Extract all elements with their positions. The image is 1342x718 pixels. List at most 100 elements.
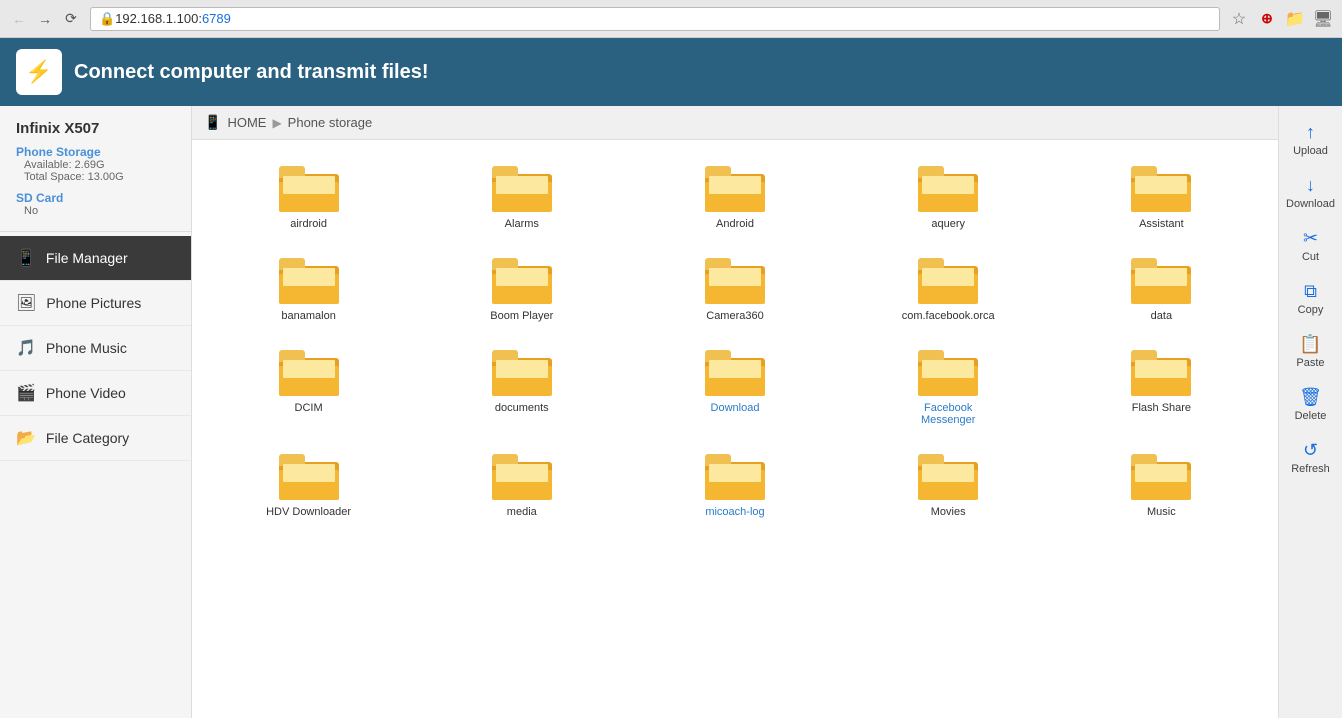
folder-icon	[492, 162, 552, 212]
sidebar-icon-phone-pictures: 🖼	[16, 293, 36, 313]
download-label: Download	[1286, 198, 1335, 210]
folder-name: Movies	[931, 506, 966, 518]
reload-button[interactable]: ⟳	[60, 8, 82, 30]
folder-name: DCIM	[295, 402, 323, 414]
phone-storage-section: Phone Storage Available: 2.69G Total Spa…	[16, 145, 175, 183]
url-icon: 🔒	[99, 11, 115, 27]
mobile-icon: 📱	[204, 114, 221, 131]
upload-label: Upload	[1293, 145, 1328, 157]
logo-icon: ⚡	[25, 59, 52, 85]
sidebar-item-phone-video[interactable]: 🎬 Phone Video	[0, 371, 191, 416]
file-item	[628, 530, 841, 554]
folder-name: Download	[711, 402, 760, 414]
device-name: Infinix X507	[16, 120, 175, 137]
folder-name: aquery	[931, 218, 965, 230]
screen-button[interactable]: 🖥	[1312, 8, 1334, 30]
sdcard-section: SD Card No	[16, 191, 175, 217]
file-item	[1055, 530, 1268, 554]
folder-name: Alarms	[505, 218, 539, 230]
file-item[interactable]: Facebook Messenger	[842, 334, 1055, 438]
delete-icon: 🗑	[1299, 387, 1322, 408]
boom-button[interactable]: ⊕	[1256, 8, 1278, 30]
file-item	[202, 530, 415, 554]
toolbar-upload-button[interactable]: ↑Upload	[1279, 114, 1342, 165]
sdcard-value: No	[16, 205, 175, 217]
file-item[interactable]: micoach-log	[628, 438, 841, 530]
sdcard-label: SD Card	[16, 191, 175, 205]
sidebar-label-file-category: File Category	[46, 430, 129, 446]
sidebar-item-file-manager[interactable]: 📱 File Manager	[0, 236, 191, 281]
sidebar-icon-phone-video: 🎬	[16, 383, 36, 403]
toolbar-cut-button[interactable]: ✂Cut	[1279, 220, 1342, 271]
file-item[interactable]: Music	[1055, 438, 1268, 530]
app-logo: ⚡	[16, 49, 62, 95]
folder-name: HDV Downloader	[266, 506, 351, 518]
content-area: 📱 HOME ▶ Phone storage airdroid Alarms And…	[192, 106, 1278, 718]
folder-icon	[279, 162, 339, 212]
folder-icon	[918, 254, 978, 304]
folder-icon	[705, 450, 765, 500]
cut-icon: ✂	[1303, 228, 1318, 249]
sidebar-item-phone-pictures[interactable]: 🖼 Phone Pictures	[0, 281, 191, 326]
app-title: Connect computer and transmit files!	[74, 61, 429, 84]
toolbar-download-button[interactable]: ↓Download	[1279, 167, 1342, 218]
refresh-icon: ↺	[1303, 440, 1318, 461]
phone-storage-label: Phone Storage	[16, 145, 175, 159]
folder-name: banamalon	[281, 310, 335, 322]
file-item[interactable]: HDV Downloader	[202, 438, 415, 530]
file-item[interactable]: Camera360	[628, 242, 841, 334]
folder-button[interactable]: 📁	[1284, 8, 1306, 30]
file-item[interactable]: documents	[415, 334, 628, 438]
back-button[interactable]: ←	[8, 8, 30, 30]
available-space: Available: 2.69G	[16, 159, 175, 171]
file-item[interactable]: Alarms	[415, 150, 628, 242]
file-item[interactable]: Movies	[842, 438, 1055, 530]
folder-name: Facebook Messenger	[898, 402, 998, 426]
sidebar-item-phone-music[interactable]: 🎵Phone Music	[0, 326, 191, 371]
file-item[interactable]: banamalon	[202, 242, 415, 334]
file-item	[842, 530, 1055, 554]
url-base: 192.168.1.100:	[115, 11, 202, 26]
sidebar-label-file-manager: File Manager	[46, 250, 128, 266]
file-item[interactable]: Download	[628, 334, 841, 438]
toolbar-paste-button[interactable]: 📋Paste	[1279, 326, 1342, 377]
forward-button[interactable]: →	[34, 8, 56, 30]
paste-icon: 📋	[1299, 334, 1321, 355]
file-item[interactable]: Android	[628, 150, 841, 242]
browser-actions: ☆ ⊕ 📁 🖥	[1228, 8, 1334, 30]
toolbar-refresh-button[interactable]: ↺Refresh	[1279, 432, 1342, 483]
file-item[interactable]: aquery	[842, 150, 1055, 242]
folder-icon	[705, 162, 765, 212]
sidebar-item-file-category[interactable]: 📂 File Category	[0, 416, 191, 461]
file-grid: airdroid Alarms Android aquery Assistant bana…	[192, 140, 1278, 564]
file-item[interactable]: data	[1055, 242, 1268, 334]
address-bar[interactable]: 🔒 192.168.1.100:6789	[90, 7, 1220, 31]
folder-icon	[918, 346, 978, 396]
sidebar-label-phone-video: Phone Video	[46, 385, 126, 401]
file-item[interactable]: Boom Player	[415, 242, 628, 334]
folder-icon	[1131, 450, 1191, 500]
toolbar-delete-button[interactable]: 🗑 Delete	[1279, 379, 1342, 430]
toolbar-copy-button[interactable]: ⧉Copy	[1279, 273, 1342, 324]
file-item[interactable]: airdroid	[202, 150, 415, 242]
folder-icon	[279, 346, 339, 396]
url-port: 6789	[202, 11, 231, 26]
folder-icon	[705, 346, 765, 396]
browser-chrome: ← → ⟳ 🔒 192.168.1.100:6789 ☆ ⊕ 📁 🖥	[0, 0, 1342, 38]
folder-name: data	[1151, 310, 1172, 322]
file-item[interactable]: com.facebook.orca	[842, 242, 1055, 334]
file-item[interactable]: DCIM	[202, 334, 415, 438]
sidebar-icon-file-category: 📂	[16, 428, 36, 448]
folder-icon	[492, 346, 552, 396]
folder-name: Boom Player	[490, 310, 553, 322]
star-button[interactable]: ☆	[1228, 8, 1250, 30]
sidebar-label-phone-pictures: Phone Pictures	[46, 295, 141, 311]
file-item[interactable]: Flash Share	[1055, 334, 1268, 438]
breadcrumb-home[interactable]: HOME	[227, 115, 266, 130]
file-item[interactable]: Assistant	[1055, 150, 1268, 242]
sidebar-icon-file-manager: 📱	[16, 248, 36, 268]
file-item	[415, 530, 628, 554]
file-item[interactable]: media	[415, 438, 628, 530]
breadcrumb-bar: 📱 HOME ▶ Phone storage	[192, 106, 1278, 140]
delete-label: Delete	[1295, 410, 1327, 422]
